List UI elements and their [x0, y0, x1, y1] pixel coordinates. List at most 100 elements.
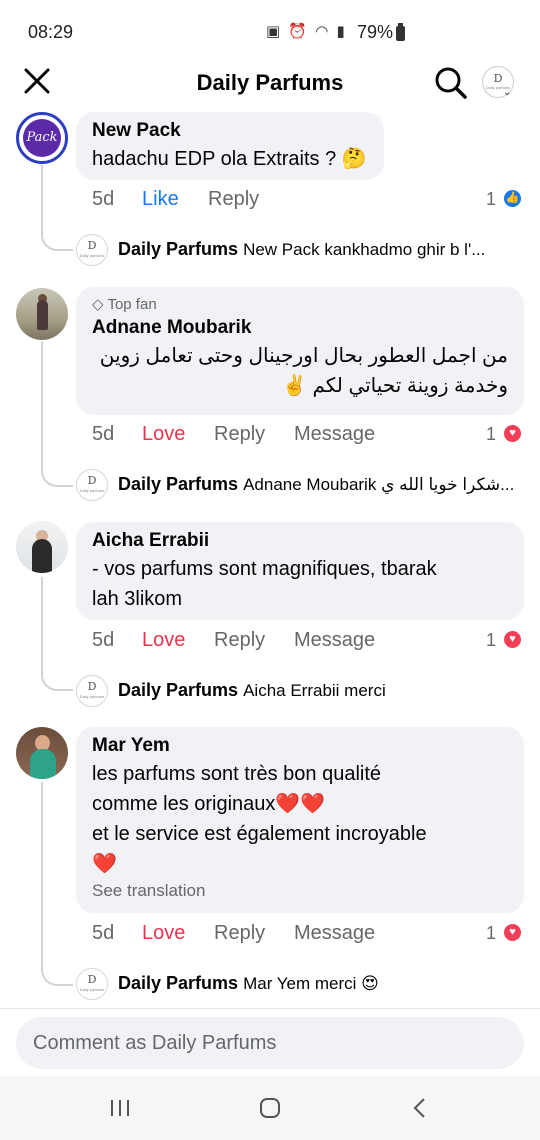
- reply-snippet: Mar Yem merci 😍: [243, 974, 379, 993]
- message-button[interactable]: Message: [294, 423, 375, 446]
- thread-connector: [41, 215, 73, 251]
- status-icons: ▣ ⏰ ◠ ▮: [266, 22, 347, 40]
- comment-bubble[interactable]: Mar Yem les parfums sont très bon qualit…: [76, 727, 524, 913]
- reply-preview[interactable]: Daily Parfums Aicha Errabii merci: [118, 680, 386, 701]
- status-time: 08:29: [28, 22, 74, 42]
- reply-button[interactable]: Reply: [214, 922, 265, 945]
- search-icon[interactable]: [434, 66, 468, 100]
- thread-line: [41, 341, 43, 451]
- see-translation-link[interactable]: See translation: [92, 879, 508, 903]
- comment-bubble[interactable]: ◇ Top fan Adnane Moubarik من اجمل العطور…: [76, 287, 524, 415]
- reply-snippet: New Pack kankhadmo ghir b l'...: [243, 240, 486, 259]
- comment-text: hadachu EDP ola Extraits ? 🤔: [92, 148, 367, 170]
- comment-text: وخدمة زوينة تحياتي لكم ✌️: [281, 375, 508, 397]
- love-reaction-icon[interactable]: ♥: [502, 629, 523, 650]
- love-reaction-icon[interactable]: ♥: [502, 922, 523, 943]
- reply-snippet: Adnane Moubarik شكرا خويا الله ي...: [243, 475, 515, 494]
- comment-author[interactable]: Mar Yem: [92, 733, 508, 759]
- reply-button[interactable]: Reply: [214, 629, 265, 652]
- battery-icon: [396, 23, 405, 41]
- avatar[interactable]: Pack: [16, 112, 68, 164]
- reply-avatar[interactable]: D Daily parfums: [76, 469, 108, 501]
- avatar-logo-text: Pack: [23, 119, 61, 157]
- love-reaction-icon[interactable]: ♥: [502, 423, 523, 444]
- reply-preview[interactable]: Daily Parfums New Pack kankhadmo ghir b …: [118, 239, 485, 260]
- reply-avatar-caption: Daily parfums: [79, 694, 105, 699]
- reply-author: Daily Parfums: [118, 239, 239, 259]
- recents-icon[interactable]: [100, 1094, 140, 1122]
- comment-text: - vos parfums sont magnifiques, tbarak: [92, 558, 437, 580]
- reply-preview[interactable]: Daily Parfums Adnane Moubarik شكرا خويا …: [118, 474, 514, 495]
- home-icon[interactable]: [250, 1094, 290, 1122]
- alarm-icon: ⏰: [288, 23, 310, 40]
- top-fan-badge: ◇ Top fan: [92, 295, 508, 315]
- reply-avatar-caption: Daily parfums: [79, 253, 105, 258]
- avatar[interactable]: [16, 727, 68, 779]
- comment-text: les parfums sont très bon qualité: [92, 763, 382, 785]
- avatar-photo-figure: [30, 749, 56, 779]
- comment-text: comme les originaux❤️❤️: [92, 793, 326, 815]
- wifi-icon: ◠: [315, 23, 331, 40]
- message-button[interactable]: Message: [294, 922, 375, 945]
- comment-text: ❤️: [92, 853, 117, 875]
- reply-author: Daily Parfums: [118, 973, 239, 993]
- like-reaction-icon[interactable]: 👍: [502, 188, 523, 209]
- love-button[interactable]: Love: [142, 629, 185, 652]
- battery-percent: 79%: [357, 22, 394, 42]
- reply-avatar-monogram: D: [87, 680, 97, 693]
- thread-line: [41, 165, 43, 221]
- back-icon[interactable]: [400, 1094, 440, 1122]
- battery-saver-icon: ▣: [266, 23, 283, 40]
- page-avatar-monogram: D: [493, 72, 503, 85]
- thread-connector: [41, 946, 73, 986]
- comment-author[interactable]: Adnane Moubarik: [92, 315, 508, 341]
- reply-avatar-monogram: D: [87, 239, 97, 252]
- composer-divider: [0, 1008, 540, 1009]
- avatar[interactable]: [16, 521, 68, 573]
- comment-author[interactable]: Aicha Errabii: [92, 528, 508, 554]
- reaction-count: 1: [486, 923, 497, 943]
- reply-avatar[interactable]: D Daily parfums: [76, 675, 108, 707]
- comment-text: et le service est également incroyable: [92, 823, 427, 845]
- comment-author[interactable]: New Pack: [92, 118, 368, 144]
- thread-connector: [41, 651, 73, 691]
- avatar-photo-figure: [37, 300, 48, 330]
- avatar[interactable]: [16, 288, 68, 340]
- avatar-photo-figure: [32, 539, 52, 573]
- thread-line: [41, 782, 43, 952]
- thread-connector: [41, 445, 73, 487]
- comment-bubble[interactable]: New Pack hadachu EDP ola Extraits ? 🤔: [76, 112, 384, 180]
- thread-line: [41, 577, 43, 657]
- comment-time: 5d: [92, 423, 115, 445]
- system-nav-bar: [0, 1076, 540, 1140]
- love-button[interactable]: Love: [142, 922, 185, 945]
- reply-author: Daily Parfums: [118, 474, 239, 494]
- reaction-count: 1: [486, 630, 497, 650]
- reply-snippet: Aicha Errabii merci: [243, 681, 386, 700]
- comment-time: 5d: [92, 188, 115, 210]
- status-bar: 08:29 ▣ ⏰ ◠ ▮ 79%: [0, 0, 540, 62]
- header: Daily Parfums D Daily parfums ⌄: [0, 62, 540, 106]
- reply-avatar[interactable]: D Daily parfums: [76, 968, 108, 1000]
- reaction-count: 1: [486, 189, 497, 209]
- comment-time: 5d: [92, 922, 115, 944]
- signal-icon: ▮: [336, 23, 347, 40]
- reply-avatar[interactable]: D Daily parfums: [76, 234, 108, 266]
- comment-input[interactable]: [16, 1017, 524, 1069]
- message-button[interactable]: Message: [294, 629, 375, 652]
- love-button[interactable]: Love: [142, 423, 185, 446]
- reply-preview[interactable]: Daily Parfums Mar Yem merci 😍: [118, 973, 379, 994]
- reaction-count: 1: [486, 424, 497, 444]
- reply-button[interactable]: Reply: [208, 188, 259, 211]
- like-button[interactable]: Like: [142, 188, 179, 211]
- chevron-down-icon[interactable]: ⌄: [503, 87, 511, 98]
- reply-avatar-caption: Daily parfums: [79, 488, 105, 493]
- comment-bubble[interactable]: Aicha Errabii - vos parfums sont magnifi…: [76, 522, 524, 620]
- reply-author: Daily Parfums: [118, 680, 239, 700]
- diamond-icon: ◇: [92, 296, 104, 313]
- reply-button[interactable]: Reply: [214, 423, 265, 446]
- reply-avatar-monogram: D: [87, 973, 97, 986]
- comment-composer[interactable]: [16, 1017, 524, 1069]
- comment-text: من اجمل العطور بحال اورجينال وحتى تعامل …: [99, 345, 508, 367]
- comment-text: lah 3likom: [92, 588, 183, 610]
